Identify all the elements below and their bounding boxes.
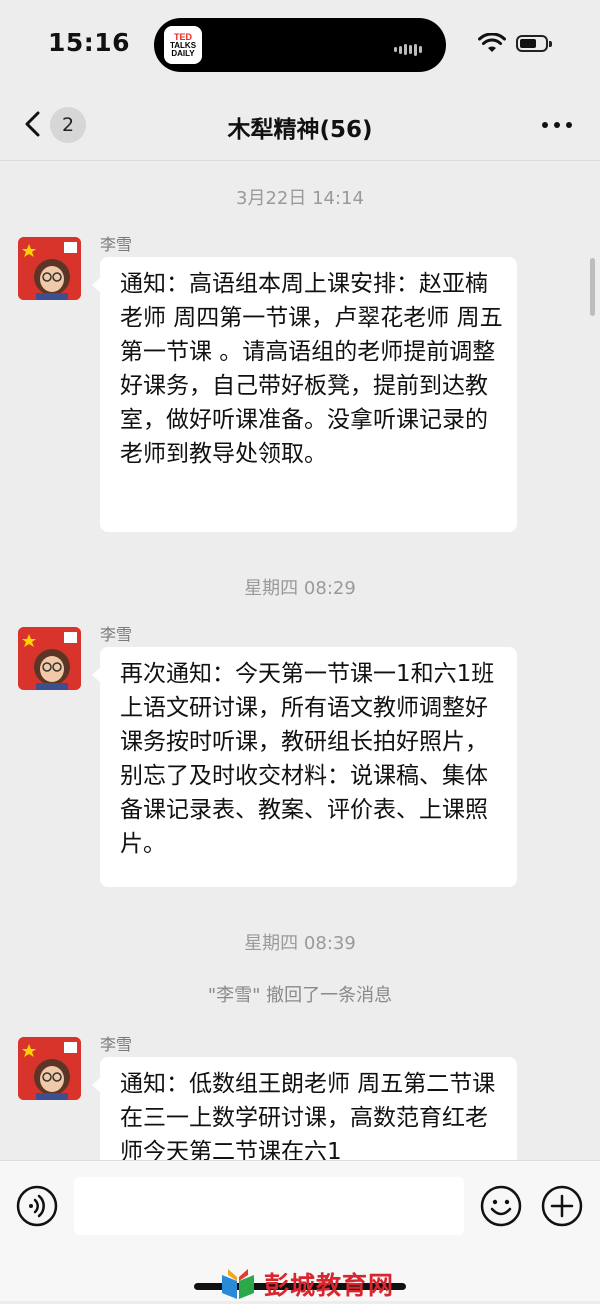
avatar-image	[18, 627, 81, 690]
watermark: 彭城教育网	[220, 1264, 394, 1304]
watermark-text: 彭城教育网	[264, 1272, 395, 1300]
emoji-icon[interactable]	[480, 1185, 522, 1227]
sender-name: 李雪	[100, 625, 133, 644]
avatar-image	[18, 1037, 81, 1100]
message-bubble[interactable]: 通知：低数组王朗老师 周五第二节课在三一上数学研讨课，高数范育红老师今天第二节课…	[92, 1057, 517, 1160]
message-timestamp: 星期四 08:29	[244, 578, 356, 599]
message-bubble[interactable]: 再次通知：今天第一节课一1和六1班上语文研讨课，所有语文教师调整好课务按时听课，…	[92, 647, 517, 887]
message-bubble[interactable]: 通知：高语组本周上课安排：赵亚楠老师 周四第一节课，卢翠花老师 周五第一节课 。…	[92, 257, 517, 532]
voice-input-icon[interactable]	[16, 1185, 58, 1227]
message-list[interactable]: 3月22日 14:14 李雪 通知：高语组本周上课安排：赵亚楠老师 周四第一节课…	[0, 0, 600, 1160]
message-timestamp: 星期四 08:39	[244, 933, 356, 954]
sender-avatar[interactable]	[18, 627, 81, 690]
sender-name: 李雪	[100, 235, 133, 254]
message-input[interactable]	[74, 1177, 464, 1235]
sender-avatar[interactable]	[18, 1037, 81, 1100]
recalled-message-notice: "李雪" 撤回了一条消息	[207, 985, 393, 1006]
scrollbar[interactable]	[590, 258, 595, 316]
sender-name: 李雪	[100, 1035, 133, 1054]
book-logo-icon	[222, 1269, 254, 1299]
input-bar: 彭城教育网	[0, 1160, 600, 1301]
avatar-image	[18, 237, 81, 300]
sender-avatar[interactable]	[18, 237, 81, 300]
plus-icon[interactable]	[541, 1185, 583, 1227]
message-timestamp: 3月22日 14:14	[236, 188, 364, 209]
